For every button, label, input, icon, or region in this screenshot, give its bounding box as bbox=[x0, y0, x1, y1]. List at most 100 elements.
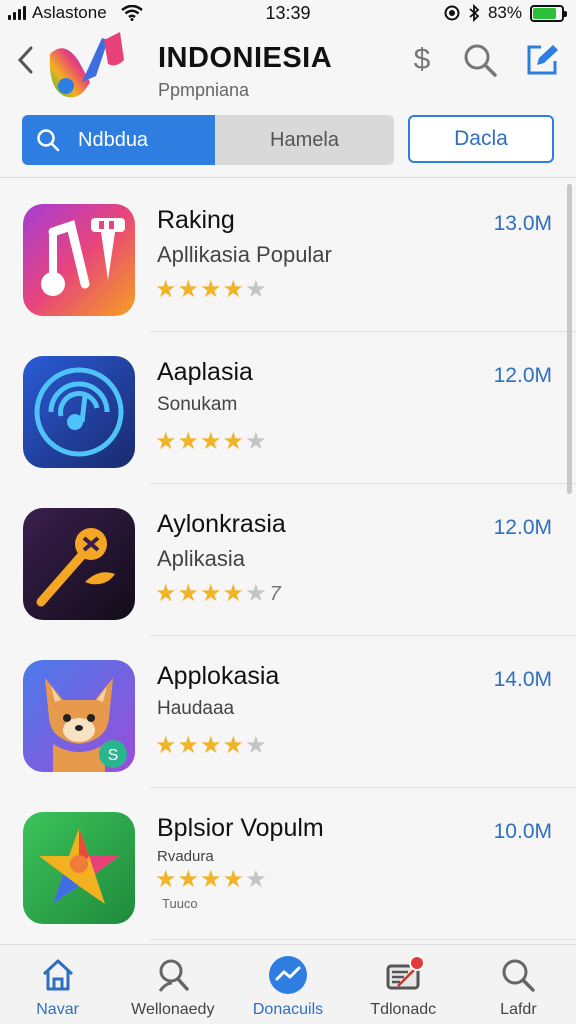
divider bbox=[150, 939, 576, 940]
tab-label: Wellonaedy bbox=[131, 1001, 215, 1018]
divider bbox=[150, 483, 576, 484]
app-subtitle: Apllikasia Popular bbox=[157, 242, 332, 267]
star-icon: ★ bbox=[177, 276, 200, 303]
star-icon: ★ bbox=[177, 732, 200, 759]
tab-lafdr[interactable]: Lafdr bbox=[461, 945, 576, 1024]
divider bbox=[150, 635, 576, 636]
search-icon bbox=[502, 959, 536, 992]
divider bbox=[150, 331, 576, 332]
app-size: 13.0M bbox=[493, 212, 552, 235]
app-name: Aaplasia bbox=[157, 358, 253, 386]
star-icon: ★ bbox=[222, 276, 245, 303]
divider bbox=[0, 177, 576, 178]
wifi-icon bbox=[120, 5, 143, 21]
star-icon: ★ bbox=[245, 580, 267, 607]
star-icon: ★ bbox=[222, 428, 245, 455]
wand-app-icon bbox=[23, 508, 135, 620]
star-icon: ★ bbox=[177, 580, 200, 607]
list-item[interactable]: Bplsior Vopulm Rvadura ★ ★ ★ ★ ★ Tuuco 10.0M bbox=[0, 790, 576, 940]
star-icon: ★ bbox=[222, 866, 245, 893]
divider bbox=[150, 787, 576, 788]
scrollbar[interactable] bbox=[567, 184, 572, 494]
search-button[interactable] bbox=[460, 40, 500, 80]
tab-label: Donacuils bbox=[252, 1001, 324, 1018]
tab-tdlonadc[interactable]: Tdlonadc bbox=[346, 945, 461, 1024]
list-item[interactable]: Raking Apllikasia Popular ★ ★ ★ ★ ★ 13.0M bbox=[0, 182, 576, 332]
segmented-control: Ndbdua Hamela bbox=[22, 115, 394, 165]
chevron-left-icon bbox=[17, 46, 33, 74]
fox-app-icon: S bbox=[23, 660, 135, 772]
segment-hamela[interactable]: Hamela bbox=[215, 115, 394, 165]
star-rating: ★ ★ ★ ★ ★ bbox=[155, 278, 267, 302]
tab-label: Tdlonadc bbox=[370, 1001, 437, 1018]
app-size: 12.0M bbox=[493, 516, 552, 539]
app-subtitle: Sonukam bbox=[157, 394, 238, 415]
star-icon: ★ bbox=[245, 866, 267, 893]
tab-navar[interactable]: Navar bbox=[0, 945, 115, 1024]
star-icon: ★ bbox=[200, 732, 222, 759]
trend-icon bbox=[269, 956, 307, 994]
person-search-icon bbox=[158, 959, 189, 992]
segment-label: Ndbdua bbox=[78, 128, 149, 151]
tab-bar: Navar Wellonaedy Donacuils Tdlonadc Lafd… bbox=[0, 944, 576, 1024]
dollar-icon: $ bbox=[413, 43, 431, 76]
star-rating: ★ ★ ★ ★ ★ bbox=[155, 734, 267, 758]
star-app-icon bbox=[23, 812, 135, 924]
app-subtitle: Aplikasia bbox=[157, 546, 246, 571]
app-logo bbox=[49, 32, 124, 98]
status-bar: Aslastone 13:39 83% bbox=[0, 0, 576, 26]
star-icon: ★ bbox=[200, 428, 222, 455]
tab-donacuils[interactable]: Donacuils bbox=[230, 945, 345, 1024]
star-rating: ★ ★ ★ ★ ★ bbox=[155, 868, 267, 892]
svg-text:S: S bbox=[108, 747, 119, 764]
app-size: 14.0M bbox=[493, 668, 552, 691]
tab-label: Lafdr bbox=[500, 1001, 537, 1018]
app-list: Raking Apllikasia Popular ★ ★ ★ ★ ★ 13.0M Aa… bbox=[0, 182, 576, 944]
star-icon: ★ bbox=[245, 276, 267, 303]
star-icon: ★ bbox=[245, 428, 267, 455]
app-size: 10.0M bbox=[493, 820, 552, 843]
dollar-button[interactable]: $ bbox=[402, 40, 442, 80]
app-size: 12.0M bbox=[493, 364, 552, 387]
star-icon: ★ bbox=[200, 866, 222, 893]
segment-label: Hamela bbox=[270, 128, 339, 151]
back-button[interactable] bbox=[10, 40, 40, 80]
notification-badge bbox=[409, 955, 426, 971]
carrier-label: Aslastone bbox=[32, 3, 107, 22]
star-rating: ★ ★ ★ ★ ★ 7 bbox=[155, 582, 281, 606]
header: INDONIESIA Ppmpniana $ bbox=[0, 26, 576, 106]
list-item[interactable]: Aaplasia Sonukam ★ ★ ★ ★ ★ 12.0M bbox=[0, 334, 576, 484]
page-subtitle: Ppmpniana bbox=[158, 80, 250, 100]
battery-percent: 83% bbox=[487, 3, 522, 22]
list-item[interactable]: Aylonkrasia Aplikasia ★ ★ ★ ★ ★ 7 12.0M bbox=[0, 486, 576, 636]
segment-search[interactable]: Ndbdua bbox=[22, 115, 215, 165]
signal-icon bbox=[8, 6, 26, 20]
audio-app-icon bbox=[23, 356, 135, 468]
list-item[interactable]: S Applokasia Haudaaa ★ ★ ★ ★ ★ 14.0M bbox=[0, 638, 576, 788]
star-icon: ★ bbox=[200, 276, 222, 303]
star-rating: ★ ★ ★ ★ ★ bbox=[155, 430, 267, 454]
tab-label: Navar bbox=[36, 1001, 79, 1018]
date-button[interactable]: Dacla bbox=[408, 115, 554, 163]
app-name: Aylonkrasia bbox=[157, 510, 286, 538]
app-name: Applokasia bbox=[157, 662, 280, 690]
music-app-icon bbox=[23, 204, 135, 316]
compose-button[interactable] bbox=[522, 40, 562, 80]
search-icon bbox=[37, 129, 60, 152]
star-icon: ★ bbox=[155, 428, 177, 455]
star-icon: ★ bbox=[245, 732, 267, 759]
bluetooth-icon bbox=[469, 4, 480, 22]
home-icon bbox=[42, 959, 73, 991]
star-icon: ★ bbox=[177, 866, 200, 893]
star-icon: ★ bbox=[155, 732, 177, 759]
location-icon bbox=[444, 5, 460, 21]
app-subtitle: Haudaaa bbox=[157, 698, 235, 719]
battery-icon bbox=[530, 4, 567, 22]
tab-wellonaedy[interactable]: Wellonaedy bbox=[115, 945, 230, 1024]
star-icon: ★ bbox=[155, 866, 177, 893]
search-icon bbox=[464, 44, 497, 77]
rating-suffix: 7 bbox=[269, 583, 281, 605]
star-icon: ★ bbox=[155, 580, 177, 607]
edit-icon bbox=[527, 45, 558, 75]
star-icon: ★ bbox=[155, 276, 177, 303]
